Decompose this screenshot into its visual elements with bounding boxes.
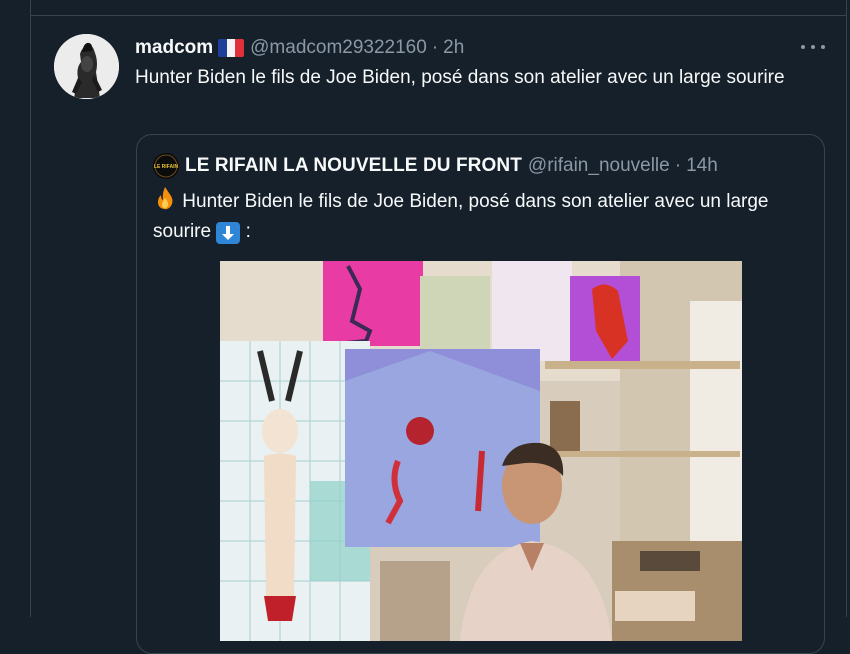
studio-photo — [220, 261, 742, 641]
quote-media-image[interactable] — [220, 261, 742, 641]
quote-avatar[interactable]: LE RIFAIN — [153, 153, 179, 179]
avatar[interactable] — [54, 34, 119, 99]
france-flag-icon — [218, 39, 245, 57]
down-arrow-emoji-icon — [216, 222, 241, 244]
more-horizontal-icon[interactable] — [801, 36, 825, 58]
quote-timestamp[interactable]: 14h — [686, 155, 718, 177]
svg-text:LE RIFAIN: LE RIFAIN — [154, 164, 179, 170]
fire-emoji-icon — [153, 186, 177, 218]
divider — [31, 15, 846, 16]
separator-dot: · — [431, 37, 439, 58]
user-handle[interactable]: @madcom29322160 — [250, 37, 427, 59]
display-name[interactable]: madcom — [135, 37, 213, 59]
quote-text-suffix: : — [245, 221, 251, 242]
quoted-tweet[interactable]: LE RIFAIN LE RIFAIN LA NOUVELLE DU FRONT… — [136, 134, 825, 654]
timeline-column: madcom @madcom29322160 · 2h Hunter Biden… — [30, 0, 847, 654]
quote-text: Hunter Biden le fils de Joe Biden, posé … — [153, 186, 803, 245]
quote-header: LE RIFAIN LE RIFAIN LA NOUVELLE DU FRONT… — [153, 153, 718, 179]
quote-display-name[interactable]: LE RIFAIN LA NOUVELLE DU FRONT — [185, 155, 522, 177]
avatar-image — [54, 34, 119, 99]
quote-user-handle[interactable]: @rifain_nouvelle — [528, 155, 670, 177]
tweet-header: madcom @madcom29322160 · 2h — [135, 36, 464, 60]
tweet-text: Hunter Biden le fils de Joe Biden, posé … — [135, 67, 785, 88]
tweet-timestamp[interactable]: 2h — [443, 37, 464, 59]
quote-separator-dot: · — [674, 155, 682, 176]
quote-avatar-logo: LE RIFAIN — [153, 153, 179, 179]
